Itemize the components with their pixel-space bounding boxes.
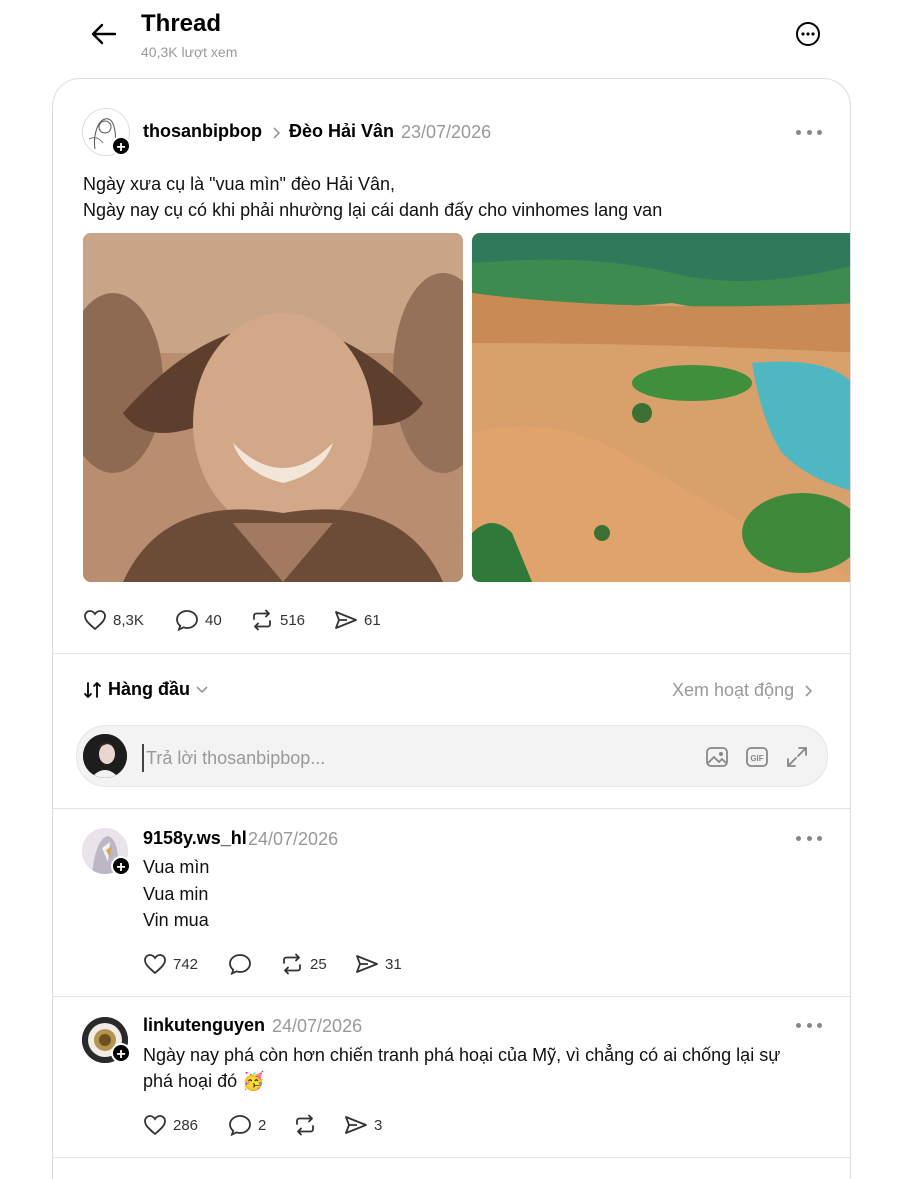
comment-text-line: Vua min: [143, 884, 209, 904]
like-button[interactable]: 286: [143, 1114, 198, 1136]
image-icon: [706, 747, 728, 767]
send-icon: [356, 955, 378, 973]
gif-button[interactable]: GIF: [744, 744, 770, 770]
comment-more-button[interactable]: [796, 1020, 822, 1030]
comment-date[interactable]: 24/07/2026: [272, 1016, 362, 1037]
chevron-right-icon: [805, 684, 813, 697]
send-icon: [345, 1116, 367, 1134]
profile-photo-illustration: [83, 734, 127, 778]
comment-icon: [229, 1115, 251, 1136]
comment-text-line: phá hoại đó 🥳: [143, 1071, 265, 1091]
soldier-photo-illustration: [83, 233, 463, 582]
comment-username[interactable]: 9158y.ws_hl: [143, 828, 247, 849]
gif-icon: GIF: [746, 747, 768, 767]
divider: [53, 808, 850, 809]
post-location[interactable]: Đèo Hải Vân: [289, 121, 394, 142]
view-activity-link[interactable]: Xem hoạt động: [672, 680, 814, 701]
post-text-line-1: Ngày xưa cụ là "vua mìn" đèo Hải Vân,: [83, 174, 395, 194]
chevron-right-icon: [273, 127, 281, 139]
repost-icon: [283, 953, 301, 975]
post-more-button[interactable]: [796, 127, 822, 137]
like-count: 742: [173, 955, 199, 973]
thread-card: + thosanbipbop Đèo Hải Vân 23/07/2026 Ng…: [52, 78, 851, 1179]
follow-plus-button[interactable]: +: [111, 1043, 131, 1063]
heart-icon: [84, 610, 106, 631]
share-button[interactable]: 61: [334, 609, 381, 631]
comment-icon: [176, 610, 198, 631]
repost-icon: [253, 609, 271, 631]
post-date[interactable]: 23/07/2026: [401, 122, 491, 143]
comment-date[interactable]: 24/07/2026: [248, 829, 338, 850]
page-title: Thread: [141, 10, 222, 37]
chevron-down-icon: [196, 685, 208, 693]
comment-icon: [229, 954, 251, 975]
repost-button[interactable]: [293, 1114, 317, 1136]
like-button[interactable]: 8,3K: [83, 609, 144, 631]
comment-text-line: Ngày nay phá còn hơn chiến tranh phá hoạ…: [143, 1045, 781, 1065]
post-image-landscape[interactable]: [472, 233, 850, 582]
like-count: 286: [173, 1116, 199, 1134]
image-attach-button[interactable]: [704, 744, 730, 770]
comment-username[interactable]: linkutenguyen: [143, 1015, 265, 1036]
more-options-button[interactable]: [794, 20, 822, 48]
svg-text:GIF: GIF: [750, 754, 763, 763]
post-text-line-2: Ngày nay cụ có khi phải nhường lại cái d…: [83, 200, 663, 220]
repost-count: 25: [310, 955, 327, 973]
expand-button[interactable]: [784, 744, 810, 770]
sort-label: Hàng đầu: [108, 679, 191, 699]
repost-button[interactable]: 25: [280, 953, 327, 975]
expand-icon: [787, 747, 807, 767]
comment-text-line: Vin mua: [143, 910, 209, 930]
comment-text-line: Vua mìn: [143, 857, 210, 877]
comment-count: 2: [258, 1116, 267, 1134]
my-avatar[interactable]: [83, 734, 127, 778]
post-image-soldier[interactable]: [83, 233, 463, 582]
landscape-photo-illustration: [472, 233, 850, 582]
share-count: 3: [374, 1116, 383, 1134]
post-username[interactable]: thosanbipbop: [143, 121, 262, 142]
like-count: 8,3K: [113, 611, 144, 629]
sort-dropdown[interactable]: Hàng đầu: [83, 679, 209, 700]
comment-button[interactable]: 40: [175, 609, 222, 631]
comment-button[interactable]: 2: [228, 1114, 266, 1136]
share-button[interactable]: 31: [355, 953, 402, 975]
divider: [53, 653, 850, 654]
divider: [53, 1157, 850, 1158]
view-count: 40,3K lượt xem: [141, 44, 238, 60]
comment-more-button[interactable]: [796, 833, 822, 843]
arrow-left-icon: [91, 23, 117, 45]
thread-header: Thread 40,3K lượt xem: [0, 0, 922, 78]
repost-button[interactable]: 516: [250, 609, 305, 631]
heart-icon: [144, 954, 166, 975]
more-circle-icon: [796, 22, 820, 46]
repost-count: 516: [280, 611, 306, 629]
send-icon: [335, 611, 357, 629]
view-activity-label: Xem hoạt động: [672, 680, 795, 700]
reply-composer: GIF: [76, 725, 828, 787]
share-count: 31: [385, 955, 402, 973]
follow-plus-button[interactable]: +: [111, 856, 131, 876]
comment-button[interactable]: [228, 953, 252, 975]
share-button[interactable]: 3: [344, 1114, 382, 1136]
repost-icon: [296, 1114, 314, 1136]
back-button[interactable]: [88, 18, 120, 50]
sort-arrows-icon: [84, 681, 101, 698]
comment-count: 40: [205, 611, 222, 629]
divider: [53, 996, 850, 997]
reply-input[interactable]: [142, 744, 648, 772]
follow-plus-button[interactable]: +: [111, 136, 131, 156]
heart-icon: [144, 1115, 166, 1136]
like-button[interactable]: 742: [143, 953, 198, 975]
share-count: 61: [364, 611, 381, 629]
